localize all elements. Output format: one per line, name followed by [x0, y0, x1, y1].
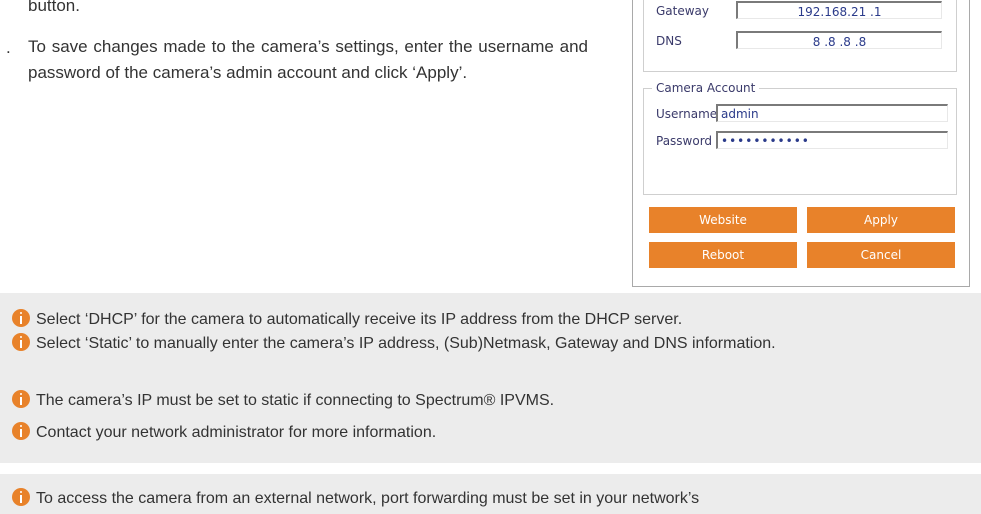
cancel-button[interactable]: Cancel [807, 242, 955, 268]
username-input[interactable] [716, 104, 948, 122]
camera-account-legend: Camera Account [652, 81, 760, 95]
step-number: . [6, 38, 11, 57]
info-icon [12, 390, 30, 408]
password-label: Password [656, 134, 713, 148]
gateway-label: Gateway [656, 4, 710, 18]
apply-button[interactable]: Apply [807, 207, 955, 233]
gateway-field[interactable]: 192.168.21 .1 [736, 1, 942, 19]
website-button[interactable]: Website [649, 207, 797, 233]
info-icon [12, 422, 30, 440]
reboot-button[interactable]: Reboot [649, 242, 797, 268]
note-spectrum: The camera’s IP must be set to static if… [12, 390, 554, 410]
previous-step-tail: button. [28, 0, 80, 15]
network-settings-group: Gateway 192.168.21 .1 DNS 8 .8 .8 .8 [643, 0, 957, 72]
camera-account-group: Camera Account Username Password •••••••… [643, 81, 957, 195]
note-contact-admin: Contact your network administrator for m… [12, 422, 436, 442]
step-text: To save changes made to the camera’s set… [28, 37, 588, 82]
username-label: Username [656, 107, 718, 121]
network-notes: Select ‘DHCP’ for the camera to automati… [0, 293, 981, 463]
password-input[interactable]: ••••••••••• [716, 131, 948, 149]
dns-field[interactable]: 8 .8 .8 .8 [736, 31, 942, 49]
info-icon [12, 333, 30, 351]
camera-settings-dialog: Gateway 192.168.21 .1 DNS 8 .8 .8 .8 Cam… [632, 0, 970, 287]
note-port-forwarding: To access the camera from an external ne… [12, 488, 699, 508]
info-icon [12, 488, 30, 506]
dns-label: DNS [656, 34, 682, 48]
port-forwarding-note: To access the camera from an external ne… [0, 474, 981, 514]
info-icon [12, 309, 30, 327]
note-dhcp: Select ‘DHCP’ for the camera to automati… [12, 309, 682, 329]
note-static: Select ‘Static’ to manually enter the ca… [12, 332, 952, 356]
